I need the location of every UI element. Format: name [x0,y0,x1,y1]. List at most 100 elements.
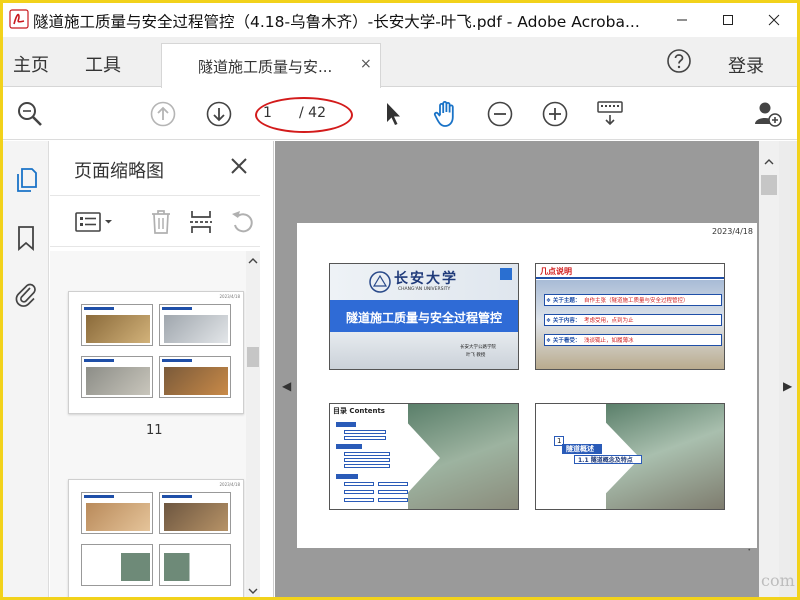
app-window: 隧道施工质量与安全过程管控（4.18-乌鲁木齐）-长安大学-叶飞.pdf - A… [0,0,800,600]
close-window-button[interactable] [751,3,797,37]
page-date: 2023/4/18 [711,227,753,236]
slide2-item3-label: ❖ 关于看受： [546,338,581,344]
help-icon[interactable] [665,47,693,75]
keyboard-down-icon [597,101,623,126]
watermark-text: com [761,571,795,590]
slide1-author-line2: 叶飞 教授 [466,353,486,358]
paperclip-icon [15,283,36,307]
document-view[interactable]: ◀ 2023/4/18 长安大学 CHANG'AN UNIVERSITY 隧道施… [275,141,759,597]
slide3-heading: 目录 Contents [333,407,385,415]
zoom-search-button[interactable] [15,99,45,129]
slide4-sub: 1.1 隧道概念及特点 [578,457,633,464]
hand-tool-button[interactable] [431,99,461,129]
rotate-icon [232,211,253,233]
chevron-up-icon [248,258,258,264]
thumbnail-list[interactable]: 2023/4/18 11 2023/4/18 [50,251,246,597]
document-scrollbar[interactable]: ▶ [759,141,797,597]
mini-slide [81,544,153,586]
thumbnail-date: 2023/4/18 [219,294,240,299]
delete-page-button[interactable] [146,208,176,236]
chevron-down-icon [248,588,258,594]
magnifier-icon [18,102,42,126]
document-tab-label: 隧道施工质量与安... [198,58,333,76]
page-footer-mark: • [747,547,751,554]
mini-slide [159,544,231,586]
document-tab-close-button[interactable]: × [360,56,372,72]
scrollbar-track[interactable] [759,141,779,597]
highlight-oval-annotation [255,97,353,133]
thumbnail-page-12[interactable]: 2023/4/18 [68,479,244,597]
thumbnail-date: 2023/4/18 [219,482,240,487]
tab-home[interactable]: 主页 [13,51,49,77]
left-rail [3,141,49,597]
maximize-button[interactable] [705,3,751,37]
slide-contents: 目录 Contents [329,403,519,510]
minimize-button[interactable] [659,3,705,37]
mini-slide [159,356,231,398]
collapse-left-arrow-icon[interactable]: ◀ [282,379,291,393]
university-seal-icon [369,271,391,293]
page-thumbnails-rail-button[interactable] [11,165,41,195]
keyboard-shortcut-button[interactable] [595,99,625,129]
slide1-author-line1: 长安大学公路学院 [460,345,496,350]
tab-tools[interactable]: 工具 [85,51,121,77]
split-page-button[interactable] [186,208,216,236]
maximize-icon [723,15,733,25]
bookmark-icon [18,226,34,251]
add-user-icon [755,102,782,127]
slide2-heading: 几点说明 [540,267,572,276]
slide1-title: 隧道施工质量与安全过程管控 [346,311,503,325]
share-user-button[interactable] [753,99,783,129]
cursor-arrow-icon [387,103,400,125]
slide-title: 长安大学 CHANG'AN UNIVERSITY 隧道施工质量与安全过程管控 长… [329,263,519,370]
slide4-title: 隧道概述 [566,445,594,453]
page-thumbnails-panel: 页面缩略图 2023/4/18 11 2023/4/18 [50,141,274,597]
acrobat-app-icon [9,9,29,29]
zoom-in-button[interactable] [540,99,570,129]
close-icon[interactable] [228,155,250,177]
chevron-up-icon [764,159,774,165]
mini-slide [81,356,153,398]
tab-row: 主页 工具 隧道施工质量与安... × 登录 [3,37,797,88]
minus-circle-icon [487,101,513,127]
scrollbar-thumb[interactable] [247,347,259,367]
scrollbar-thumb[interactable] [761,175,777,195]
trash-icon [152,210,170,234]
window-title: 隧道施工质量与安全过程管控（4.18-乌鲁木齐）-长安大学-叶飞.pdf - A… [33,13,640,31]
select-tool-button[interactable] [377,99,407,129]
slide1-logo-sub: CHANG'AN UNIVERSITY [398,287,451,292]
next-page-button[interactable] [204,99,234,129]
arrow-up-circle-icon [150,101,176,127]
copy-pages-icon [17,168,37,192]
mini-slide [81,492,153,534]
close-icon [768,14,780,26]
thumbnail-page-label: 11 [146,423,163,438]
panel-title: 页面缩略图 [74,161,164,182]
thumbnail-tools [50,195,260,247]
slide-overview: 1 隧道概述 1.1 隧道概念及特点 [535,403,725,510]
tab-document[interactable]: 隧道施工质量与安... × [161,43,381,88]
main-toolbar: / 42 [3,88,797,140]
slide1-logo-text: 长安大学 [394,271,458,287]
slide2-item1-text: 自作主张（隧道施工质量与安全过程管控） [584,298,689,304]
title-bar: 隧道施工质量与安全过程管控（4.18-乌鲁木齐）-长安大学-叶飞.pdf - A… [3,3,797,37]
previous-page-button[interactable] [148,99,178,129]
document-page: 2023/4/18 长安大学 CHANG'AN UNIVERSITY 隧道施工质… [297,223,757,554]
slide2-item2-text: 考虑受用，点到为止 [584,318,634,324]
bookmarks-rail-button[interactable] [11,223,41,253]
collapse-right-arrow-icon[interactable]: ▶ [783,379,792,393]
thumbnail-page-11[interactable]: 2023/4/18 [68,291,244,414]
mini-slide [159,492,231,534]
rotate-page-button[interactable] [228,208,258,236]
login-button[interactable]: 登录 [728,52,764,78]
slide2-item3-text: 浅谈辄止，如履薄冰 [584,338,634,344]
page-split-icon [190,211,212,233]
thumbnail-options-button[interactable] [72,208,116,236]
slide-notes: 几点说明 ❖ 关于主题： 自作主张（隧道施工质量与安全过程管控） ❖ 关于内容：… [535,263,725,370]
zoom-out-button[interactable] [485,99,515,129]
attachments-rail-button[interactable] [11,279,41,309]
slide2-item1-label: ❖ 关于主题： [546,298,581,304]
hand-icon [433,101,454,127]
thumbnail-scrollbar[interactable] [246,251,260,597]
mini-slide [81,304,153,346]
